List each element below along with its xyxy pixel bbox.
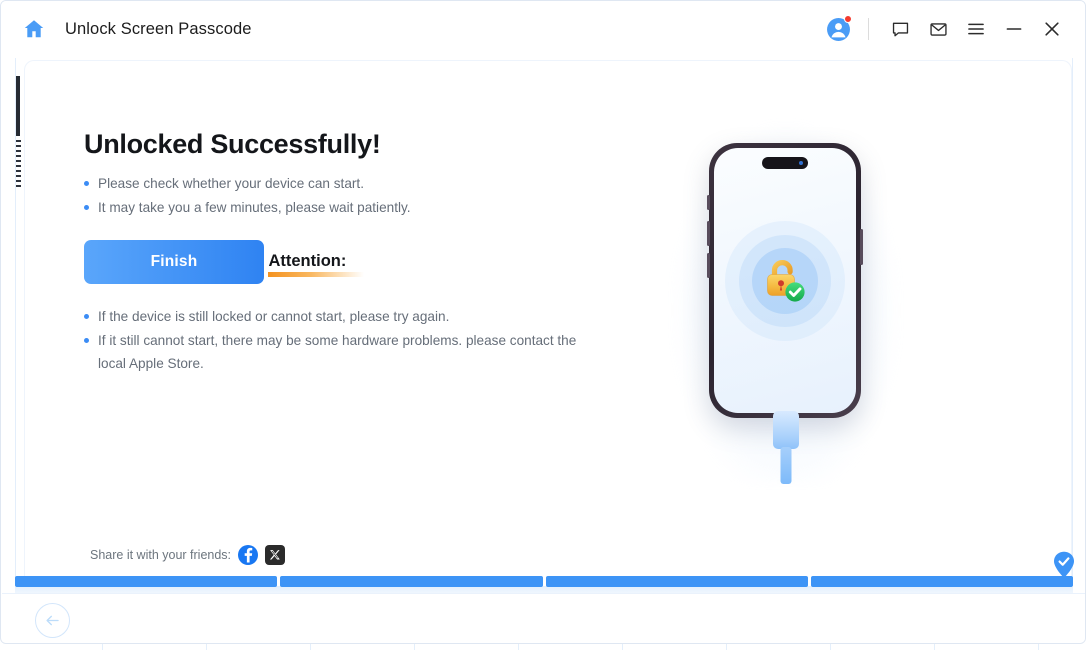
minimize-icon[interactable]: [995, 10, 1033, 48]
titlebar-actions: [818, 10, 1071, 48]
left-edge-ticks: [16, 140, 21, 188]
volume-up-button-icon: [707, 221, 710, 246]
progress-segment: [810, 576, 1073, 587]
menu-icon[interactable]: [957, 10, 995, 48]
notification-dot: [844, 15, 852, 23]
close-icon[interactable]: [1033, 10, 1071, 48]
home-icon[interactable]: [17, 12, 51, 46]
progress-segment: [15, 576, 278, 587]
unlocked-padlock-with-check-icon: [757, 253, 813, 309]
attention-bullet-list: If the device is still locked or cannot …: [84, 305, 604, 375]
phone-screen: [714, 148, 856, 413]
lightning-plug-icon: [773, 411, 799, 449]
user-avatar-icon[interactable]: [818, 10, 858, 48]
app-window: Unlock Screen Passcode Unlocked Successf…: [0, 0, 1086, 644]
status-bullet-list: Please check whether your device can sta…: [84, 172, 604, 219]
charging-cable-icon: [780, 447, 792, 484]
device-illustration: [673, 123, 899, 493]
iphone-mockup: [707, 143, 863, 418]
feedback-icon[interactable]: [881, 10, 919, 48]
share-label: Share it with your friends:: [90, 548, 232, 562]
attention-heading-wrap: Attention:: [268, 252, 365, 277]
facebook-icon[interactable]: [238, 545, 259, 565]
progress-bar: [15, 576, 1073, 587]
list-item: If the device is still locked or cannot …: [84, 305, 604, 328]
attention-title: Attention:: [268, 252, 347, 270]
success-headline: Unlocked Successfully!: [84, 129, 381, 159]
volume-down-button-icon: [707, 253, 710, 278]
silent-switch-icon: [707, 195, 710, 210]
footer-bar: [2, 593, 1085, 643]
x-twitter-icon[interactable]: [265, 545, 286, 565]
title-bar: Unlock Screen Passcode: [1, 1, 1085, 57]
completed-check-pin-icon: [1053, 551, 1075, 578]
power-button-icon: [860, 229, 863, 265]
back-arrow-icon[interactable]: [35, 603, 70, 638]
success-copy-column: Unlocked Successfully! Please check whet…: [84, 129, 604, 376]
finish-button[interactable]: Finish: [84, 240, 264, 284]
list-item: It may take you a few minutes, please wa…: [84, 196, 604, 219]
progress-segment: [545, 576, 808, 587]
attention-underline: [268, 272, 365, 277]
front-camera-icon: [799, 161, 803, 165]
titlebar-divider: [868, 18, 869, 40]
list-item: Please check whether your device can sta…: [84, 172, 604, 195]
page-title: Unlock Screen Passcode: [65, 19, 252, 38]
left-edge-marker: [16, 76, 20, 136]
progress-segment: [280, 576, 543, 587]
dynamic-island: [762, 157, 808, 169]
mail-icon[interactable]: [919, 10, 957, 48]
list-item: If it still cannot start, there may be s…: [84, 329, 604, 375]
share-row: Share it with your friends:: [90, 545, 286, 565]
